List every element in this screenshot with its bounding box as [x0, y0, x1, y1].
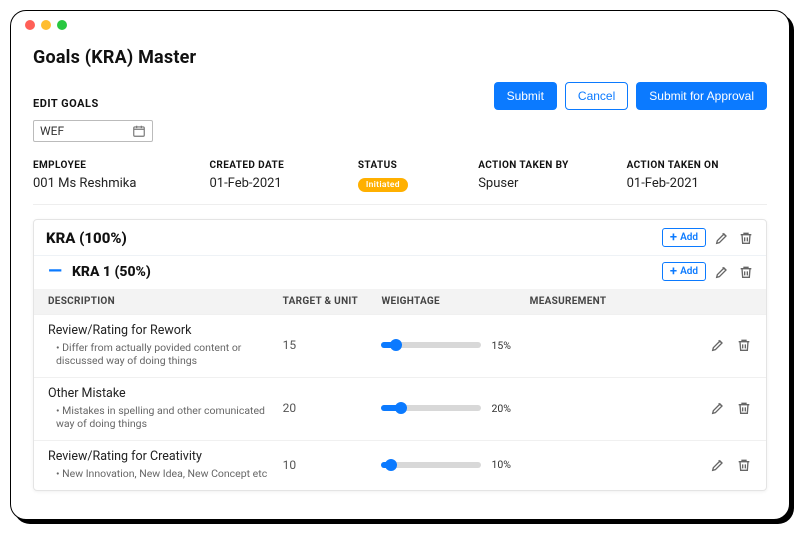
- add-sub-kra-button[interactable]: +Add: [662, 262, 706, 281]
- edit-icon[interactable]: [710, 337, 726, 353]
- window-close-dot[interactable]: [25, 20, 35, 30]
- col-weightage: WEIGHTAGE: [381, 296, 529, 307]
- edit-icon[interactable]: [714, 230, 730, 246]
- kra-group-header: KRA (100%) +Add: [34, 220, 766, 255]
- action-buttons: Submit Cancel Submit for Approval: [494, 82, 767, 110]
- row-target: 10: [283, 458, 382, 472]
- row-title: Review/Rating for Creativity: [48, 449, 283, 464]
- kra-group-title: KRA (100%): [46, 229, 127, 247]
- edit-icon[interactable]: [710, 400, 726, 416]
- table-row: Other Mistake • Mistakes in spelling and…: [34, 377, 766, 440]
- submit-button[interactable]: Submit: [494, 82, 557, 110]
- employee-header: EMPLOYEE: [33, 160, 201, 171]
- row-target: 15: [283, 338, 382, 352]
- meta-grid: EMPLOYEE 001 Ms Reshmika CREATED DATE 01…: [33, 160, 767, 205]
- table-row: Review/Rating for Creativity • New Innov…: [34, 440, 766, 490]
- col-measurement: MEASUREMENT: [530, 296, 678, 307]
- page-title: Goals (KRA) Master: [33, 47, 767, 68]
- row-note: • Mistakes in spelling and other comunic…: [48, 404, 283, 430]
- created-date-value: 01-Feb-2021: [209, 176, 349, 191]
- weight-slider[interactable]: [381, 342, 481, 348]
- col-target: TARGET & UNIT: [283, 296, 382, 307]
- add-kra-button[interactable]: +Add: [662, 228, 706, 247]
- action-by-header: ACTION TAKEN BY: [478, 160, 618, 171]
- weight-slider[interactable]: [381, 405, 481, 411]
- delete-icon[interactable]: [738, 230, 754, 246]
- weight-percent: 10%: [491, 458, 511, 471]
- wef-value: WEF: [40, 124, 64, 138]
- table-row: Review/Rating for Rework • Differ from a…: [34, 314, 766, 377]
- action-on-value: 01-Feb-2021: [627, 176, 767, 191]
- edit-icon[interactable]: [714, 264, 730, 280]
- plus-icon: +: [670, 265, 677, 278]
- kra-panel: KRA (100%) +Add — KRA 1 (50%) +Add: [33, 219, 767, 491]
- row-title: Other Mistake: [48, 386, 283, 401]
- wef-date-input[interactable]: WEF: [33, 120, 153, 142]
- page-content: Goals (KRA) Master EDIT GOALS Submit Can…: [11, 39, 789, 519]
- created-date-header: CREATED DATE: [209, 160, 349, 171]
- section-label: EDIT GOALS: [33, 97, 99, 110]
- weight-percent: 20%: [491, 402, 511, 415]
- status-header: STATUS: [358, 160, 470, 171]
- calendar-icon: [132, 124, 146, 138]
- delete-icon[interactable]: [738, 264, 754, 280]
- collapse-icon[interactable]: —: [46, 263, 64, 281]
- plus-icon: +: [670, 231, 677, 244]
- row-title: Review/Rating for Rework: [48, 323, 283, 338]
- submit-approval-button[interactable]: Submit for Approval: [636, 82, 767, 110]
- row-target: 20: [283, 401, 382, 415]
- col-description: DESCRIPTION: [48, 296, 283, 307]
- edit-icon[interactable]: [710, 457, 726, 473]
- weight-percent: 15%: [491, 339, 511, 352]
- window-max-dot[interactable]: [57, 20, 67, 30]
- action-by-value: Spuser: [478, 176, 618, 191]
- kra-subgroup-title: KRA 1 (50%): [72, 264, 151, 280]
- row-note: • New Innovation, New Idea, New Concept …: [48, 467, 283, 480]
- kra-subgroup-header: — KRA 1 (50%) +Add: [34, 255, 766, 289]
- app-window: Goals (KRA) Master EDIT GOALS Submit Can…: [10, 10, 790, 520]
- window-min-dot[interactable]: [41, 20, 51, 30]
- row-note: • Differ from actually povided content o…: [48, 341, 283, 367]
- weight-slider[interactable]: [381, 462, 481, 468]
- cancel-button[interactable]: Cancel: [565, 82, 628, 110]
- status-badge: Initiated: [358, 178, 408, 192]
- delete-icon[interactable]: [736, 400, 752, 416]
- delete-icon[interactable]: [736, 457, 752, 473]
- window-titlebar: [11, 11, 789, 39]
- employee-value: 001 Ms Reshmika: [33, 176, 201, 191]
- delete-icon[interactable]: [736, 337, 752, 353]
- action-on-header: ACTION TAKEN ON: [627, 160, 767, 171]
- kra-table-head: DESCRIPTION TARGET & UNIT WEIGHTAGE MEAS…: [34, 289, 766, 314]
